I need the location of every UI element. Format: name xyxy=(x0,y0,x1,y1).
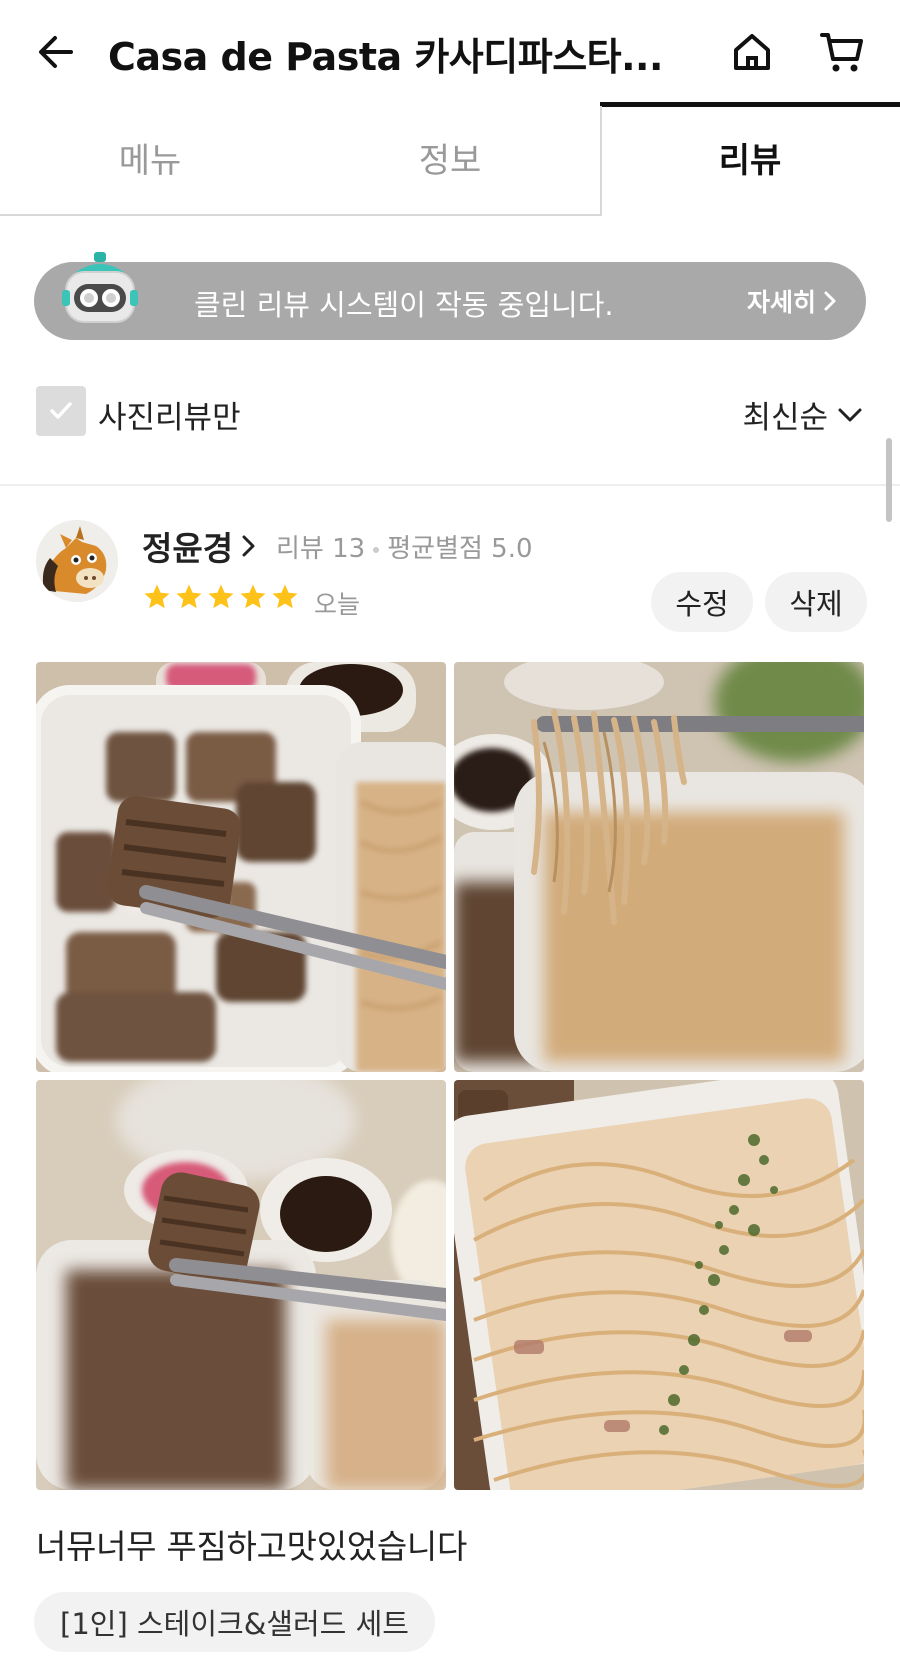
star-icon xyxy=(176,584,202,609)
top-app-bar: Casa de Pasta 카사디파스타... xyxy=(0,0,900,100)
star-icon xyxy=(144,584,170,609)
sort-dropdown[interactable]: 최신순 xyxy=(742,392,864,437)
horse-avatar-icon xyxy=(36,520,118,602)
banner-more-link[interactable]: 자세히 xyxy=(747,283,838,319)
clean-review-banner[interactable]: 클린 리뷰 시스템이 작동 중입니다. 자세히 xyxy=(34,252,866,340)
star-icon xyxy=(240,584,266,609)
edit-button[interactable]: 수정 xyxy=(651,572,753,632)
section-divider xyxy=(0,484,900,486)
robot-mascot-icon xyxy=(62,252,138,323)
review-photo[interactable] xyxy=(454,662,864,1072)
steak-photo-image xyxy=(36,662,446,1072)
arrow-left-icon xyxy=(39,36,73,68)
tab-bar-underline xyxy=(0,214,602,216)
active-tab-indicator xyxy=(600,102,900,107)
review-count: 리뷰 13 xyxy=(276,534,366,564)
cart-button[interactable] xyxy=(816,26,868,78)
rating-stars xyxy=(142,582,300,612)
sort-label: 최신순 xyxy=(742,400,828,436)
banner-more-label: 자세히 xyxy=(746,288,816,317)
review-photo[interactable] xyxy=(36,662,446,1072)
tab-bar: 메뉴 정보 리뷰 xyxy=(0,100,900,218)
star-icon xyxy=(272,584,298,609)
cart-icon xyxy=(820,33,863,72)
home-icon xyxy=(734,34,770,70)
check-icon xyxy=(50,402,72,419)
back-button[interactable] xyxy=(32,28,80,76)
home-button[interactable] xyxy=(726,26,778,78)
pasta-fork-photo-image xyxy=(454,662,864,1072)
chevron-down-icon xyxy=(838,408,862,421)
pasta-tray-photo-image xyxy=(454,1080,864,1490)
tab-divider xyxy=(600,106,602,216)
tab-menu[interactable]: 메뉴 xyxy=(0,100,300,215)
review-filter-row: 사진리뷰만 최신순 xyxy=(0,380,900,446)
store-title: Casa de Pasta 카사디파스타... xyxy=(108,35,663,79)
separator-dot xyxy=(373,546,380,553)
star-icon xyxy=(208,584,234,609)
banner-text: 클린 리뷰 시스템이 작동 중입니다. xyxy=(194,288,614,322)
tab-reviews[interactable]: 리뷰 xyxy=(600,100,900,215)
tab-info[interactable]: 정보 xyxy=(300,100,600,215)
avatar[interactable] xyxy=(36,520,118,602)
review-text: 너뮤너무 푸짐하고맛있었습니다 xyxy=(36,1527,468,1566)
delete-button[interactable]: 삭제 xyxy=(765,572,867,632)
scrollbar[interactable] xyxy=(886,438,892,522)
chevron-right-icon xyxy=(242,535,255,557)
photo-only-label[interactable]: 사진리뷰만 xyxy=(98,392,241,437)
photo-only-checkbox[interactable] xyxy=(36,386,86,436)
average-rating: 평균별점 5.0 xyxy=(387,534,533,564)
reviewer-stats: 리뷰 13 평균별점 5.0 xyxy=(276,528,533,565)
steak-bite-photo-image xyxy=(36,1080,446,1490)
reviewer-name-link[interactable]: 정윤경 xyxy=(142,522,257,570)
reviewer-name: 정윤경 xyxy=(142,529,234,568)
review-date: 오늘 xyxy=(314,590,361,619)
chevron-right-icon xyxy=(824,291,836,311)
review-photo[interactable] xyxy=(454,1080,864,1490)
review-photo[interactable] xyxy=(36,1080,446,1490)
ordered-menu-tag[interactable]: [1인] 스테이크&샐러드 세트 xyxy=(34,1592,435,1652)
